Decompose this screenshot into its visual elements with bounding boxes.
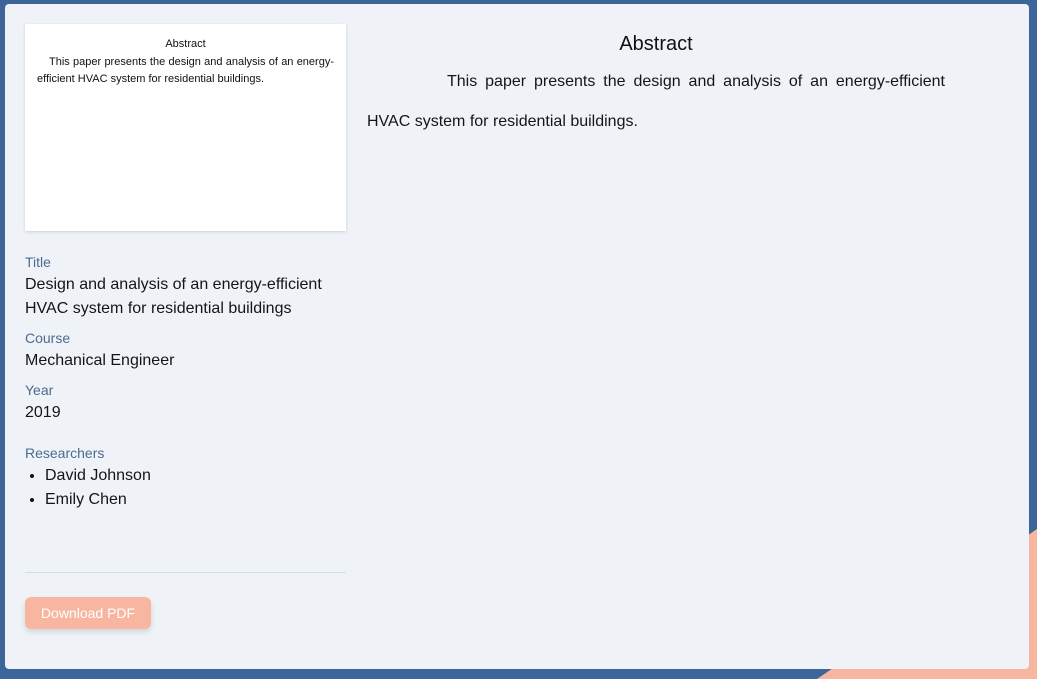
researchers-list: David Johnson Emily Chen [25,464,346,512]
preview-heading: Abstract [165,38,206,50]
download-pdf-button[interactable]: Download PDF [25,597,151,629]
preview-text: This paper presents the design and analy… [37,56,334,85]
thesis-metadata: Title Design and analysis of an energy-e… [25,254,346,512]
researchers-field: Researchers David Johnson Emily Chen [25,445,346,512]
divider [25,572,346,573]
researcher-item: Emily Chen [45,488,346,512]
course-field: Course Mechanical Engineer [25,330,346,373]
abstract-text: This paper presents the design and analy… [367,73,945,130]
year-value: 2019 [25,404,61,421]
abstract-section: Abstract This paper presents the design … [367,28,945,142]
researchers-label: Researchers [25,445,105,461]
course-label: Course [25,330,71,346]
title-label: Title [25,254,51,270]
abstract-heading: Abstract [619,33,693,55]
year-field: Year 2019 [25,382,346,425]
pdf-preview-thumbnail[interactable]: Abstract This paper presents the design … [25,24,346,231]
year-label: Year [25,382,54,398]
researcher-item: David Johnson [45,464,346,488]
thesis-detail-card: Abstract This paper presents the design … [5,4,1029,669]
title-field: Title Design and analysis of an energy-e… [25,254,346,321]
title-value: Design and analysis of an energy-efficie… [25,276,322,317]
course-value: Mechanical Engineer [25,352,175,369]
